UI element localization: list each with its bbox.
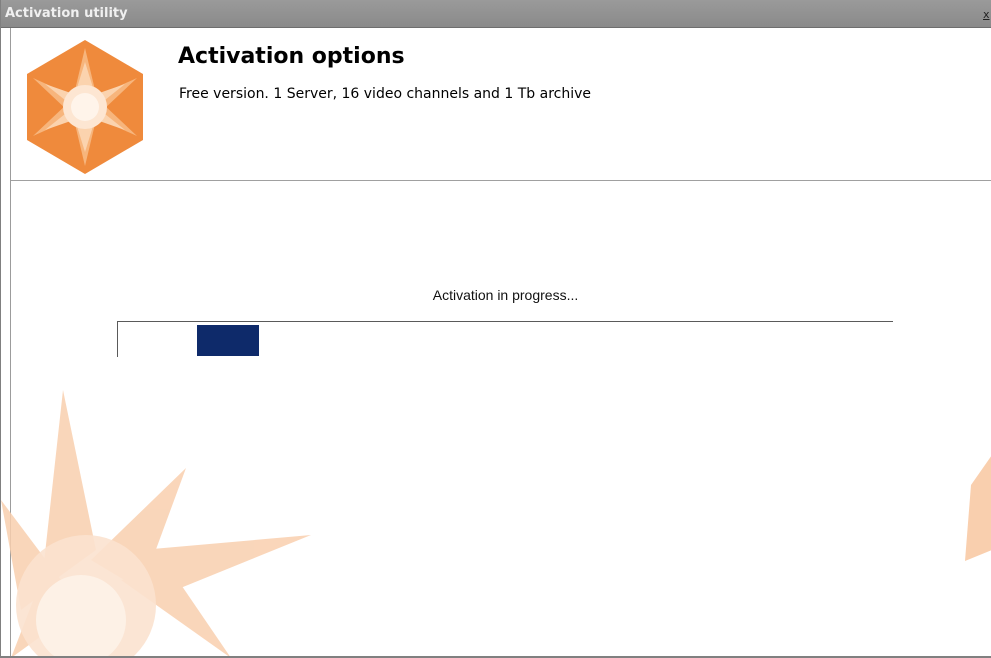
activation-progress-bar <box>117 321 893 357</box>
star-hexagon-logo-icon <box>27 40 143 174</box>
activation-window: Activation utility x Activation options … <box>0 0 991 658</box>
title-bar[interactable]: Activation utility x <box>1 0 991 28</box>
progress-marquee-block <box>197 325 259 356</box>
header-panel <box>11 28 991 181</box>
license-subtitle: Free version. 1 Server, 16 video channel… <box>179 86 592 102</box>
decorative-star-corner <box>965 456 991 561</box>
close-button[interactable]: x <box>983 8 991 22</box>
status-text: Activation in progress... <box>432 287 579 303</box>
page-title: Activation options <box>178 44 405 69</box>
decorative-star-background <box>1 390 311 656</box>
window-title: Activation utility <box>5 6 128 21</box>
